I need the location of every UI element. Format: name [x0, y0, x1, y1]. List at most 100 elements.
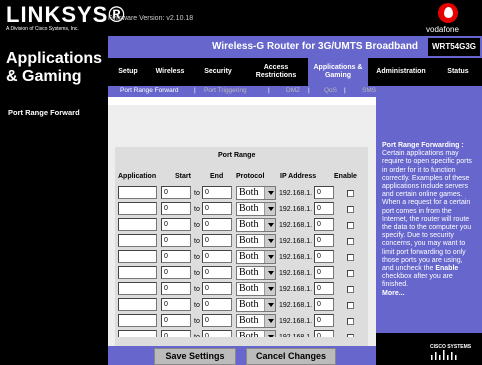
start-port-input[interactable]: 0 [161, 202, 191, 215]
start-port-input[interactable]: 0 [161, 298, 191, 311]
enable-checkbox[interactable] [347, 318, 354, 325]
vodafone-logo-icon [438, 3, 458, 23]
start-port-input[interactable]: 0 [161, 266, 191, 279]
end-port-input[interactable]: 0 [202, 314, 232, 327]
protocol-select[interactable]: Both [236, 298, 276, 312]
end-port-input[interactable]: 0 [202, 186, 232, 199]
protocol-select[interactable]: Both [236, 218, 276, 232]
protocol-select[interactable]: Both [236, 234, 276, 248]
subtab-port-range-forward[interactable]: Port Range Forward [120, 87, 179, 94]
protocol-select[interactable]: Both [236, 202, 276, 216]
start-port-input[interactable]: 0 [161, 218, 191, 231]
start-port-input[interactable]: 0 [161, 234, 191, 247]
ip-last-octet-input[interactable]: 0 [314, 298, 334, 311]
ip-last-octet-input[interactable]: 0 [314, 314, 334, 327]
tab-security[interactable]: Security [192, 58, 244, 86]
main-nav: Setup Wireless Security Access Restricti… [108, 58, 482, 86]
subnav-separator: | [268, 87, 270, 94]
tab-access-restrictions[interactable]: Access Restrictions [244, 58, 308, 86]
subtab-dmz[interactable]: DMZ [286, 87, 300, 94]
enable-checkbox[interactable] [347, 254, 354, 261]
end-port-input[interactable]: 0 [202, 202, 232, 215]
to-label: to [194, 270, 200, 277]
tab-applications-gaming[interactable]: Applications & Gaming [308, 58, 368, 86]
end-port-input[interactable]: 0 [202, 234, 232, 247]
ip-last-octet-input[interactable]: 0 [314, 186, 334, 199]
to-label: to [194, 222, 200, 229]
start-port-input[interactable]: 0 [161, 282, 191, 295]
subtab-port-triggering[interactable]: Port Triggering [204, 87, 247, 94]
ip-prefix: 192.168.1. [279, 302, 313, 309]
vodafone-wordmark: vodafone [426, 25, 459, 34]
start-port-input[interactable]: 0 [161, 314, 191, 327]
enable-checkbox[interactable] [347, 222, 354, 229]
table-row: 0to0Both192.168.1.0 [115, 234, 368, 249]
start-port-input[interactable]: 0 [161, 250, 191, 263]
enable-checkbox[interactable] [347, 302, 354, 309]
enable-checkbox[interactable] [347, 238, 354, 245]
application-input[interactable] [118, 298, 157, 311]
start-port-input[interactable]: 0 [161, 186, 191, 199]
subtab-qos[interactable]: QoS [324, 87, 337, 94]
application-input[interactable] [118, 186, 157, 199]
application-input[interactable] [118, 202, 157, 215]
tab-setup[interactable]: Setup [108, 58, 148, 86]
save-settings-button[interactable]: Save Settings [154, 348, 236, 365]
end-port-input[interactable]: 0 [202, 282, 232, 295]
protocol-select[interactable]: Both [236, 314, 276, 328]
ip-last-octet-input[interactable]: 0 [314, 266, 334, 279]
content-top-strip [108, 97, 376, 105]
application-input[interactable] [118, 266, 157, 279]
application-input[interactable] [118, 234, 157, 247]
logo-subtitle: A Division of Cisco Systems, Inc. [6, 26, 79, 32]
protocol-select[interactable]: Both [236, 266, 276, 280]
protocol-value: Both [239, 187, 259, 198]
cancel-changes-button[interactable]: Cancel Changes [246, 348, 336, 365]
firmware-version: Firmware Version: v2.10.18 [108, 15, 194, 22]
col-application: Application [118, 173, 157, 180]
enable-checkbox[interactable] [347, 270, 354, 277]
enable-checkbox[interactable] [347, 206, 354, 213]
model-badge: WRT54G3G [428, 38, 480, 56]
ip-prefix: 192.168.1. [279, 270, 313, 277]
chevron-down-icon [264, 267, 275, 279]
table-row: 0to0Both192.168.1.0 [115, 202, 368, 217]
subtab-sms[interactable]: SMS [362, 87, 376, 94]
ip-last-octet-input[interactable]: 0 [314, 250, 334, 263]
chevron-down-icon [264, 251, 275, 263]
to-label: to [194, 254, 200, 261]
enable-checkbox[interactable] [347, 190, 354, 197]
protocol-value: Both [239, 219, 259, 230]
protocol-select[interactable]: Both [236, 186, 276, 200]
col-enable: Enable [334, 173, 357, 180]
tab-status[interactable]: Status [434, 58, 482, 86]
protocol-value: Both [239, 315, 259, 326]
ip-last-octet-input[interactable]: 0 [314, 282, 334, 295]
col-protocol: Protocol [236, 173, 265, 180]
help-more-link[interactable]: More... [382, 290, 405, 297]
tab-wireless[interactable]: Wireless [148, 58, 192, 86]
port-forward-table: Port Range Application Start End Protoco… [115, 147, 368, 344]
application-input[interactable] [118, 218, 157, 231]
product-bar: Wireless-G Router for 3G/UMTS Broadband … [108, 36, 482, 58]
end-port-input[interactable]: 0 [202, 266, 232, 279]
tab-administration[interactable]: Administration [368, 58, 434, 86]
enable-checkbox[interactable] [347, 286, 354, 293]
protocol-value: Both [239, 203, 259, 214]
ip-last-octet-input[interactable]: 0 [314, 218, 334, 231]
protocol-select[interactable]: Both [236, 282, 276, 296]
table-row: 0to0Both192.168.1.0 [115, 314, 368, 329]
application-input[interactable] [118, 314, 157, 327]
ip-last-octet-input[interactable]: 0 [314, 234, 334, 247]
end-port-input[interactable]: 0 [202, 250, 232, 263]
application-input[interactable] [118, 282, 157, 295]
section-title: Applications & Gaming [0, 36, 108, 97]
application-input[interactable] [118, 250, 157, 263]
protocol-value: Both [239, 235, 259, 246]
end-port-input[interactable]: 0 [202, 298, 232, 311]
left-sidebar: Port Range Forward [0, 97, 108, 365]
ip-prefix: 192.168.1. [279, 238, 313, 245]
ip-last-octet-input[interactable]: 0 [314, 202, 334, 215]
end-port-input[interactable]: 0 [202, 218, 232, 231]
protocol-select[interactable]: Both [236, 250, 276, 264]
